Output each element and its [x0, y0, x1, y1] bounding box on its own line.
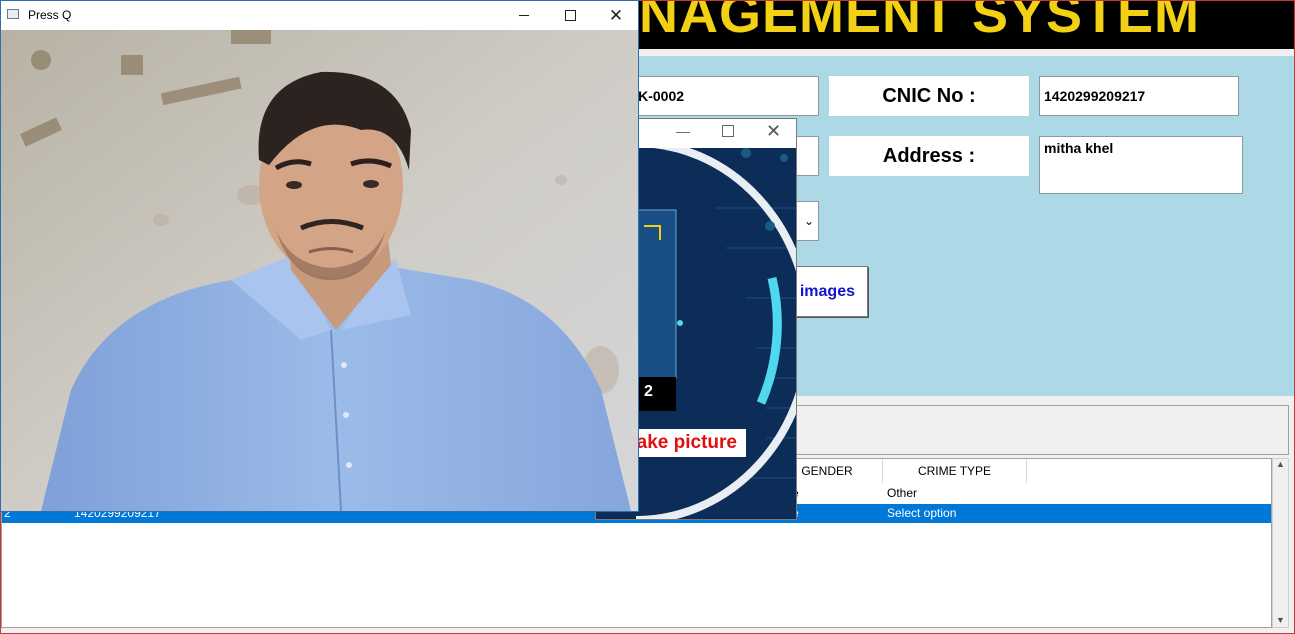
take-picture-button[interactable]: ake picture [626, 429, 746, 457]
address-label: Address : [829, 136, 1029, 176]
column-header-crime-type[interactable]: CRIME TYPE [883, 459, 1027, 483]
cnic-value: 1420299209217 [1044, 88, 1146, 104]
close-icon[interactable]: ✕ [766, 121, 781, 142]
table-vertical-scrollbar[interactable]: ▲ ▼ [1272, 458, 1289, 628]
maximize-icon[interactable] [547, 1, 593, 30]
close-icon[interactable]: ✕ [593, 1, 638, 30]
address-value: mitha khel [1044, 140, 1114, 156]
take-picture-label: ake picture [636, 432, 737, 453]
cnic-field[interactable]: 1420299209217 [1039, 76, 1239, 116]
camera-titlebar[interactable]: Press Q ✕ [1, 1, 638, 30]
cell-crime-type: Select option [887, 506, 957, 520]
camera-window-title: Press Q [28, 8, 72, 22]
minimize-icon[interactable] [501, 1, 547, 30]
record-no-field[interactable]: RK-0002 [623, 76, 819, 116]
app-icon [7, 9, 19, 19]
scroll-down-icon[interactable]: ▼ [1276, 615, 1285, 625]
chevron-down-icon: ⌄ [803, 214, 814, 228]
cell-crime-type: Other [887, 486, 918, 500]
banner-title: NAGEMENT SYSTEM [639, 0, 1201, 44]
capture-counter: 2 [644, 383, 653, 400]
camera-feed-image [1, 30, 638, 511]
images-button-label: images [799, 282, 855, 300]
address-field[interactable]: mitha khel [1039, 136, 1243, 194]
minimize-icon[interactable]: — [676, 123, 690, 139]
camera-window[interactable]: Press Q ✕ [0, 0, 639, 512]
scroll-up-icon[interactable]: ▲ [1276, 459, 1285, 469]
cnic-label: CNIC No : [829, 76, 1029, 116]
maximize-icon[interactable] [722, 125, 734, 137]
person-photo [1, 30, 638, 511]
